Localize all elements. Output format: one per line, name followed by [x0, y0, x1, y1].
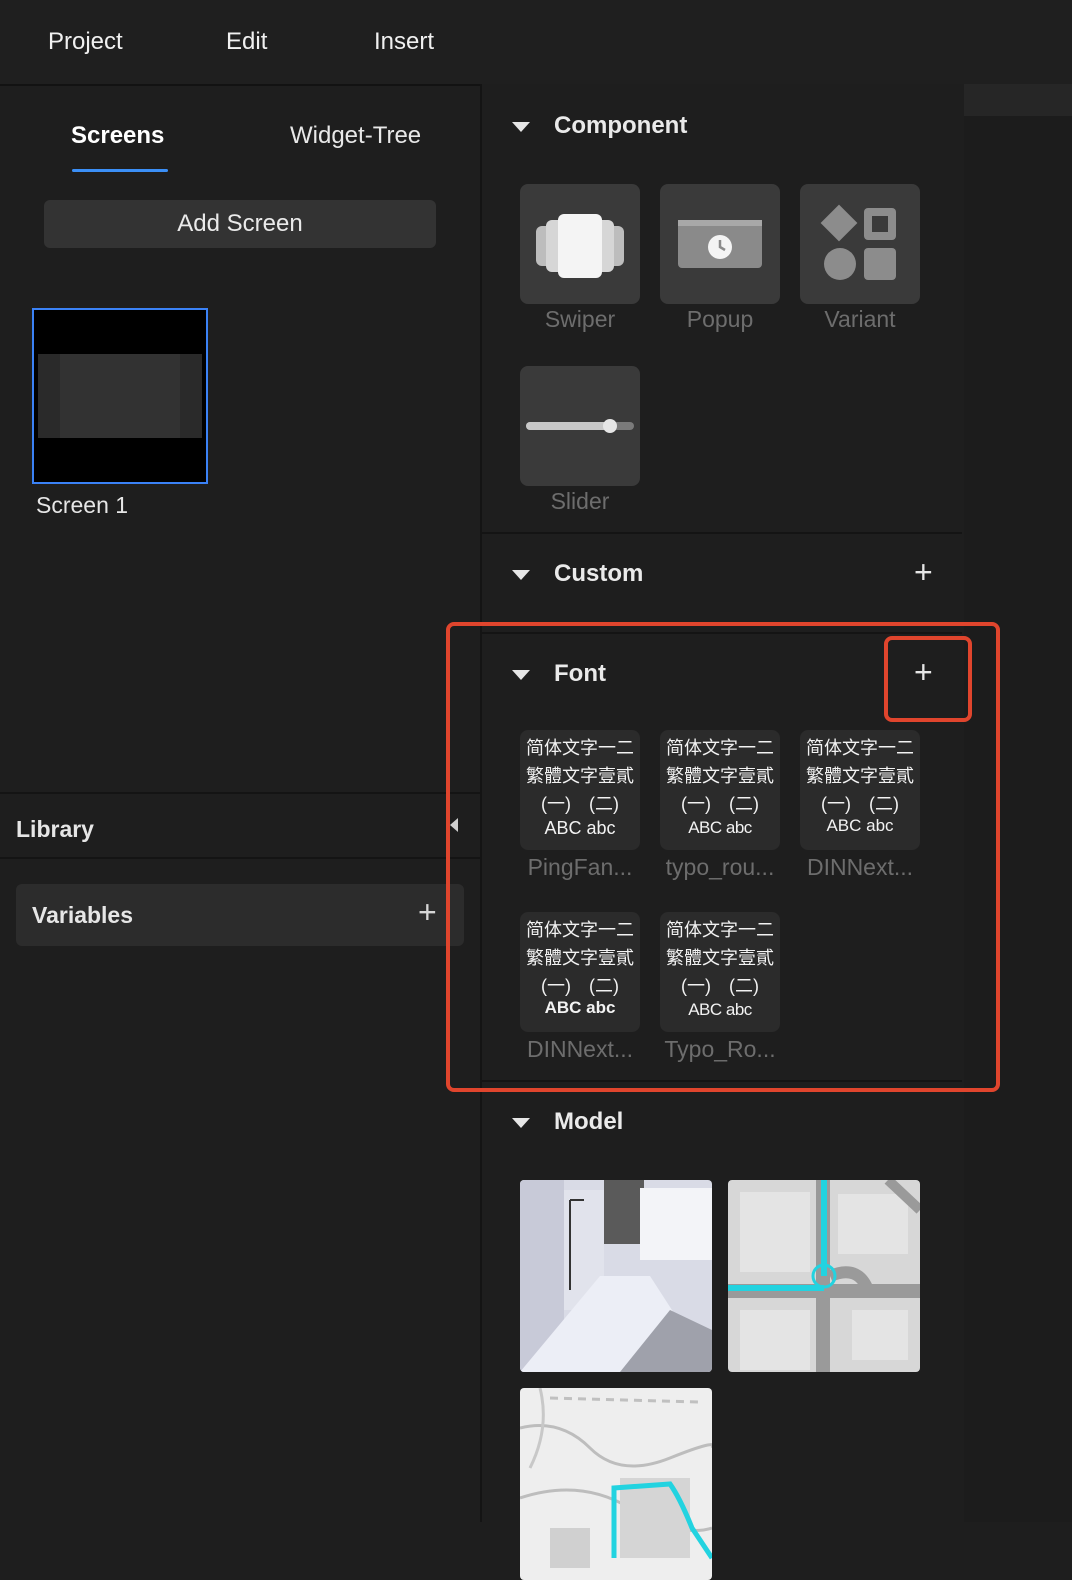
collapse-left-icon[interactable] [450, 818, 458, 832]
component-swiper[interactable] [520, 184, 640, 304]
screen-thumbnail[interactable] [32, 308, 208, 484]
font-sample-traditional: 繁體文字壹貳 [806, 766, 914, 786]
add-font-button[interactable]: + [914, 656, 933, 688]
component-section-header[interactable]: Component [482, 100, 962, 160]
font-sample-numerals: (一) (二) [541, 794, 619, 814]
library-header: Library [16, 816, 94, 842]
screen-label: Screen 1 [36, 492, 129, 518]
font-tile-dinnext[interactable]: 简体文字一二 繁體文字壹貳 (一) (二) ABC abc [800, 730, 920, 850]
variant-label: Variant [824, 306, 896, 332]
divider [0, 857, 480, 859]
slider-label: Slider [550, 488, 610, 514]
font-sample-traditional: 繁體文字壹貳 [526, 766, 634, 786]
font-sample-simplified: 简体文字一二 [526, 738, 634, 758]
font-sample-latin: ABC abc [826, 816, 894, 835]
add-custom-button[interactable]: + [914, 556, 933, 588]
font-tile-typo-round-2[interactable]: 简体文字一二 繁體文字壹貳 (一) (二) ABC abc [660, 912, 780, 1032]
tab-screens[interactable]: Screens [71, 122, 164, 150]
component-variant[interactable] [800, 184, 920, 304]
add-screen-button[interactable]: Add Screen [44, 200, 436, 248]
swiper-label: Swiper [544, 306, 616, 332]
menu-edit[interactable]: Edit [226, 28, 267, 56]
font-title: Font [554, 660, 606, 687]
font-sample-traditional: 繁體文字壹貳 [666, 948, 774, 968]
font-section-header[interactable]: Font + [482, 648, 962, 708]
font-sample-traditional: 繁體文字壹貳 [666, 766, 774, 786]
collapse-triangle-icon[interactable] [512, 670, 530, 680]
city-map-thumbnail [520, 1388, 712, 1580]
variant-icon [820, 204, 896, 280]
slider-icon [526, 419, 634, 433]
collapse-triangle-icon[interactable] [512, 122, 530, 132]
font-label: DINNext... [526, 1036, 634, 1062]
right-panel [964, 84, 1072, 1522]
font-sample-latin: ABC abc [544, 818, 616, 838]
font-sample-traditional: 繁體文字壹貳 [526, 948, 634, 968]
widget-library-panel: Component Swiper Popup Variant Slider Cu… [480, 84, 966, 1580]
component-title: Component [554, 112, 688, 139]
model-road-map[interactable] [728, 1180, 920, 1372]
font-sample-numerals: (一) (二) [821, 794, 899, 814]
popup-label: Popup [686, 306, 754, 332]
font-tile-pingfang[interactable]: 简体文字一二 繁體文字壹貳 (一) (二) ABC abc [520, 730, 640, 850]
street-scene-thumbnail [520, 1180, 712, 1372]
font-sample-latin: ABC abc [688, 1000, 752, 1019]
font-label: typo_rou... [665, 854, 775, 880]
model-city-map[interactable] [520, 1388, 712, 1580]
font-tile-dinnext-bold[interactable]: 简体文字一二 繁體文字壹貳 (一) (二) ABC abc [520, 912, 640, 1032]
divider [0, 792, 480, 794]
font-sample-numerals: (一) (二) [681, 794, 759, 814]
variables-row[interactable]: Variables + [16, 884, 464, 946]
component-popup[interactable] [660, 184, 780, 304]
component-slider[interactable] [520, 366, 640, 486]
font-sample-numerals: (一) (二) [541, 976, 619, 996]
font-label: DINNext... [806, 854, 914, 880]
menu-insert[interactable]: Insert [374, 28, 434, 56]
font-sample-latin: ABC abc [544, 998, 616, 1017]
divider [482, 632, 962, 634]
popup-icon [678, 220, 762, 268]
swiper-icon [536, 214, 624, 278]
tab-widget-tree[interactable]: Widget-Tree [290, 122, 421, 150]
road-map-thumbnail [728, 1180, 920, 1372]
collapse-triangle-icon[interactable] [512, 570, 530, 580]
font-sample-latin: ABC abc [688, 818, 752, 837]
model-section-header[interactable]: Model [482, 1096, 962, 1156]
active-tab-indicator [72, 169, 168, 172]
custom-title: Custom [554, 560, 644, 587]
font-sample-simplified: 简体文字一二 [666, 738, 774, 758]
model-title: Model [554, 1108, 624, 1135]
font-sample-simplified: 简体文字一二 [526, 920, 634, 940]
font-sample-numerals: (一) (二) [681, 976, 759, 996]
font-label: PingFan... [527, 854, 633, 880]
variables-label: Variables [32, 902, 134, 928]
divider [482, 1080, 962, 1082]
model-street-scene[interactable] [520, 1180, 712, 1372]
screen-thumbnail-center [60, 354, 180, 438]
font-tile-typo-round[interactable]: 简体文字一二 繁體文字壹貳 (一) (二) ABC abc [660, 730, 780, 850]
left-panel: Screens Widget-Tree Add Screen Screen 1 … [0, 86, 480, 1522]
add-screen-label: Add Screen [177, 210, 303, 237]
font-sample-simplified: 简体文字一二 [806, 738, 914, 758]
right-panel-header [964, 84, 1072, 116]
menu-project[interactable]: Project [48, 28, 123, 56]
font-sample-simplified: 简体文字一二 [666, 920, 774, 940]
menu-bar: Project Edit Insert [0, 0, 1072, 86]
custom-section-header[interactable]: Custom + [482, 548, 962, 608]
divider [482, 532, 962, 534]
collapse-triangle-icon[interactable] [512, 1118, 530, 1128]
add-variable-button[interactable]: + [418, 896, 437, 928]
font-label: Typo_Ro... [664, 1036, 776, 1062]
